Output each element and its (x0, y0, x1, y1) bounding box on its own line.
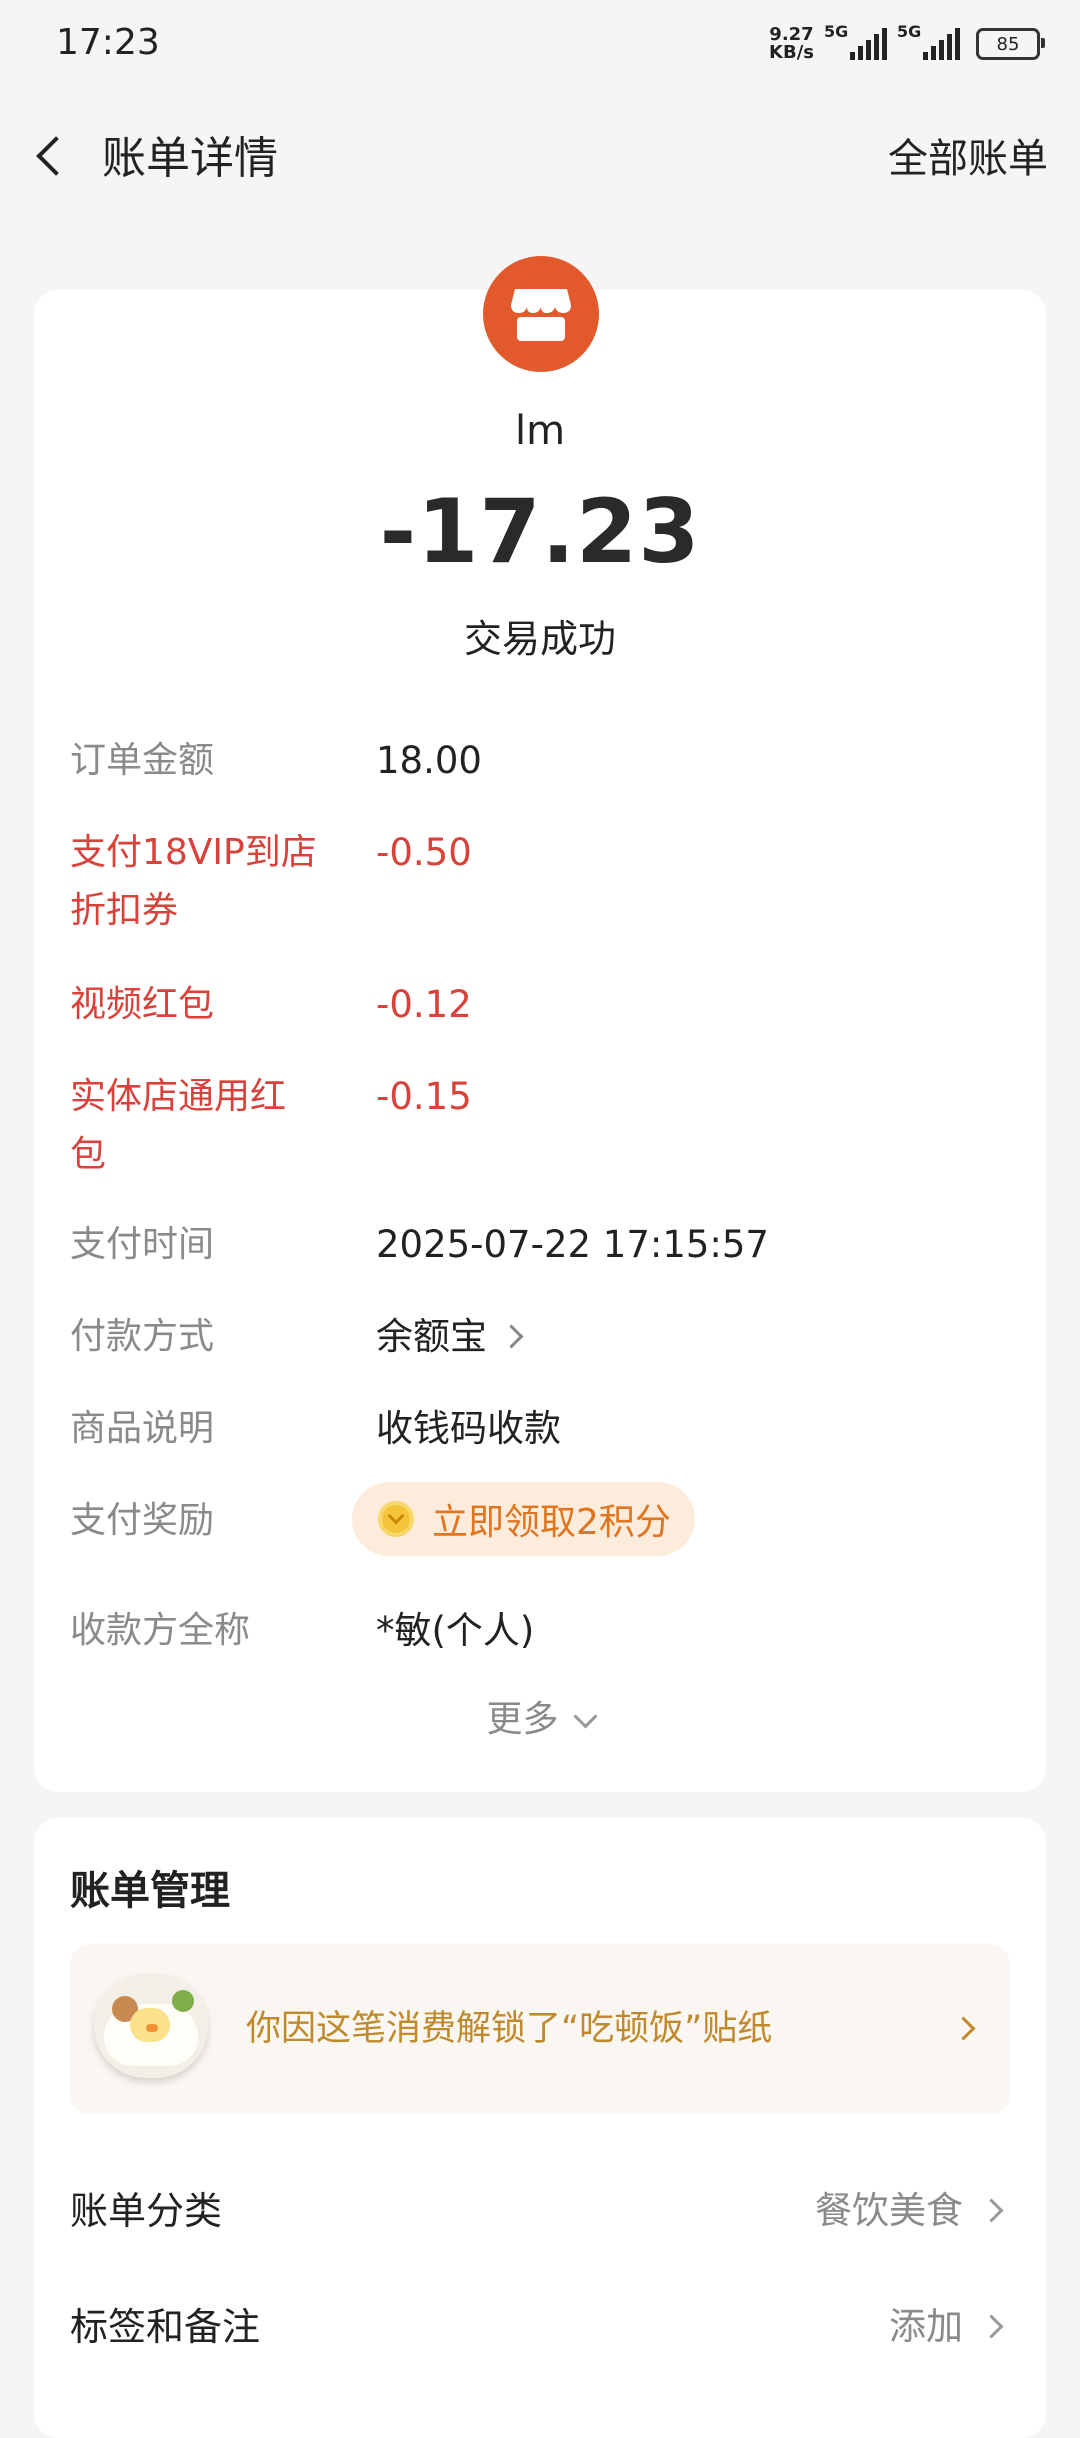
network-speed-unit: KB/s (769, 42, 814, 63)
nav-bar: 账单详情 全部账单 (0, 110, 1080, 190)
bill-management-card: 账单管理 你因这笔消费解锁了“吃顿饭”贴纸 账单分类 餐饮美食 标签和备注 添加 (34, 1818, 1046, 2438)
pay-time-value: 2025-07-22 17:15:57 (376, 1223, 769, 1266)
bill-category-value: 餐饮美食 (815, 2189, 963, 2232)
goods-desc-label: 商品说明 (70, 1408, 215, 1449)
video-redpacket-value: -0.12 (376, 983, 472, 1026)
chevron-right-icon (499, 1324, 524, 1349)
transaction-card: lm -17.23 交易成功 订单金额 18.00 支付18VIP到店 折扣券 … (34, 256, 1046, 1792)
tags-notes-value: 添加 (889, 2305, 963, 2348)
bill-category-label: 账单分类 (70, 2189, 223, 2233)
merchant-name: lm (514, 408, 566, 454)
battery-icon: 85 (976, 28, 1045, 60)
more-button[interactable]: 更多 (34, 1690, 1046, 1742)
sticker-text: 你因这笔消费解锁了“吃顿饭”贴纸 (246, 2009, 773, 2049)
pay-method-label: 付款方式 (70, 1316, 215, 1357)
chevron-right-icon (979, 2314, 1004, 2339)
coupon-label-line2: 折扣券 (70, 890, 179, 931)
chevron-right-icon (979, 2198, 1004, 2223)
battery-level: 85 (996, 33, 1020, 55)
store-icon (483, 256, 599, 372)
meal-sticker-icon (94, 1974, 208, 2078)
points-coin-icon (378, 1501, 414, 1537)
all-bills-link[interactable]: 全部账单 (888, 126, 1048, 184)
claim-points-button[interactable]: 立即领取2积分 (352, 1482, 695, 1556)
tags-notes-row[interactable]: 标签和备注 添加 (70, 2286, 1010, 2366)
store-redpacket-label-line1: 实体店通用红 (70, 1076, 287, 1117)
page-title: 账单详情 (102, 133, 278, 184)
chevron-right-icon (951, 2016, 976, 2041)
back-arrow-icon[interactable] (28, 124, 78, 184)
pay-method-value-wrap[interactable]: 余额宝 (376, 1308, 524, 1366)
store-redpacket-value: -0.15 (376, 1075, 472, 1118)
status-bar: 17:23 9.27 KB/s 5G 5G 85 (0, 0, 1080, 90)
network-speed: 9.27 KB/s (769, 26, 814, 62)
transaction-status: 交易成功 (463, 617, 616, 661)
payee-label: 收款方全称 (70, 1610, 251, 1651)
video-redpacket-label: 视频红包 (70, 984, 215, 1025)
bill-category-row[interactable]: 账单分类 餐饮美食 (70, 2170, 1010, 2250)
status-time: 17:23 (56, 22, 160, 63)
sim1-label: 5G (824, 22, 849, 41)
signal-icon-2: 5G (897, 22, 960, 60)
goods-desc-value: 收钱码收款 (376, 1407, 561, 1450)
signal-icon: 5G (824, 22, 887, 60)
pay-time-label: 支付时间 (70, 1224, 215, 1265)
bill-management-title: 账单管理 (70, 1868, 230, 1914)
more-label: 更多 (486, 1699, 559, 1740)
reward-label: 支付奖励 (70, 1500, 215, 1541)
order-amount-label: 订单金额 (70, 740, 215, 781)
bill-category-value-wrap: 餐饮美食 (815, 2180, 1004, 2234)
order-amount-value: 18.00 (376, 739, 482, 782)
sim2-label: 5G (897, 22, 922, 41)
payee-value: *敏(个人) (376, 1609, 535, 1652)
coupon-label-line1: 支付18VIP到店 (70, 832, 317, 873)
coupon-value: -0.50 (376, 831, 472, 874)
chevron-down-icon (572, 1704, 598, 1729)
tags-notes-value-wrap: 添加 (889, 2296, 1004, 2350)
transaction-amount: -17.23 (379, 480, 701, 583)
claim-points-label: 立即领取2积分 (432, 1502, 671, 1543)
status-icons: 9.27 KB/s 5G 5G 85 (769, 22, 1045, 64)
store-redpacket-label: 实体店通用红 包 (70, 1068, 320, 1184)
pay-method-value: 余额宝 (376, 1315, 487, 1358)
sticker-banner[interactable]: 你因这笔消费解锁了“吃顿饭”贴纸 (70, 1944, 1010, 2114)
tags-notes-label: 标签和备注 (70, 2305, 261, 2349)
store-redpacket-label-line2: 包 (70, 1134, 107, 1175)
coupon-label: 支付18VIP到店 折扣券 (70, 824, 320, 940)
